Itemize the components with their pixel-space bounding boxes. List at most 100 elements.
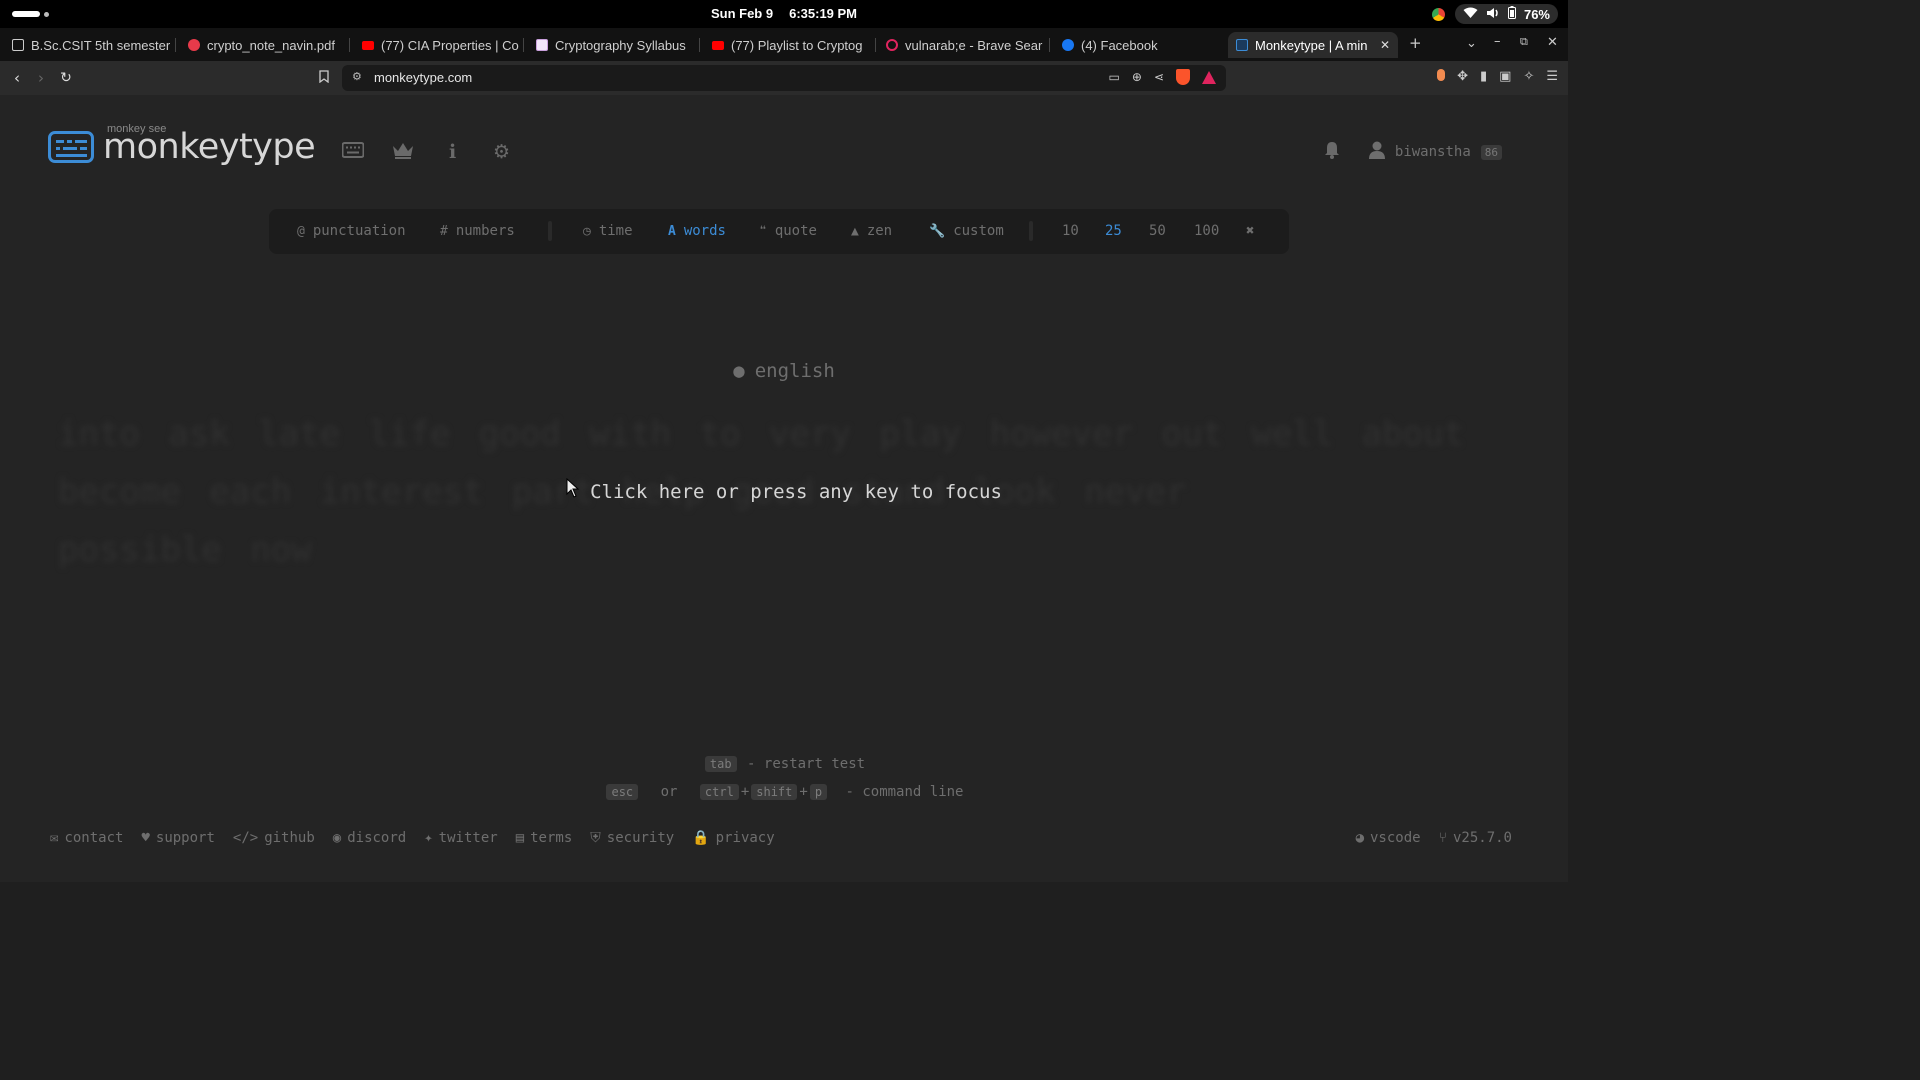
volume-icon [1486,7,1500,22]
punctuation-toggle[interactable]: @ punctuation [297,223,406,239]
footer-terms[interactable]: ▤ terms [516,830,573,846]
extension-icon[interactable] [1437,69,1446,81]
punctuation-label: punctuation [312,223,406,239]
word-count-25[interactable]: 25 [1105,223,1122,239]
browser-tab[interactable]: (77) CIA Properties | Co [354,32,524,58]
browser-tab[interactable]: vulnarab;e - Brave Sear [878,32,1050,58]
code-icon: </> [232,830,259,846]
maximize-icon[interactable]: ⧉ [1520,35,1528,49]
crown-icon[interactable] [391,141,415,164]
zen-label: zen [866,223,893,239]
footer-discord[interactable]: ◉ discord [333,830,406,846]
close-window-icon[interactable]: ✕ [1547,35,1558,50]
word-count-100[interactable]: 100 [1194,223,1219,239]
monkeytype-icon [1236,39,1248,51]
word-count-10[interactable]: 10 [1062,223,1079,239]
brave-rewards-icon[interactable] [1202,70,1216,84]
chrome-tray-icon[interactable] [1431,7,1445,21]
branch-icon: ⑂ [1438,830,1447,846]
status-pill[interactable]: 76% [1454,4,1558,24]
system-clock[interactable]: Sun Feb 9 6:35:19 PM [0,6,1568,21]
twitter-icon: ✦ [424,830,433,846]
words-mode-button[interactable]: Awords [668,223,726,239]
language-label: english [754,360,835,382]
theme-button[interactable]: ◕ vscode [1356,830,1421,846]
word-count-50[interactable]: 50 [1149,223,1166,239]
minimize-icon[interactable]: – [1494,34,1501,49]
pdf-icon [188,39,200,51]
sidebar-icon[interactable]: ▮ [1480,69,1487,84]
settings-gear-icon[interactable]: ⚙ [493,141,510,163]
close-tab-icon[interactable]: ✕ [1380,38,1390,52]
system-tray[interactable]: 76% [1431,4,1558,24]
browser-tab[interactable]: (4) Facebook [1054,32,1226,58]
share-icon[interactable]: ⋖ [1154,70,1164,84]
reload-icon[interactable]: ↻ [55,67,77,89]
hash-icon: # [440,224,448,239]
zen-mode-button[interactable]: ▲ zen [851,223,892,239]
doc-icon [12,39,24,51]
lock-icon: 🔒 [692,830,710,846]
quote-mode-button[interactable]: ❝ quote [759,223,817,239]
puzzle-icon[interactable]: ✥ [1457,69,1468,84]
hint-or: or [660,784,678,800]
restart-hint: tab - restart test [0,756,1568,772]
hint-plus: + [799,784,808,800]
language-selector[interactable]: ● english [0,360,1568,382]
numbers-toggle[interactable]: # numbers [440,223,515,239]
menu-icon[interactable]: ☰ [1546,69,1558,84]
zoom-icon[interactable]: ⊕ [1132,70,1142,84]
notification-bell-icon[interactable] [1324,141,1340,164]
brave-search-icon [886,39,898,51]
clock-time: 6:35:19 PM [789,6,858,21]
footer-support[interactable]: ♥ support [141,830,214,846]
footer-privacy[interactable]: 🔒 privacy [692,830,774,846]
browser-tab[interactable]: crypto_note_navin.pdf [180,32,350,58]
browser-tab[interactable]: Cryptography Syllabus [528,32,700,58]
youtube-icon [362,40,374,50]
custom-label: custom [953,223,1004,239]
envelope-icon: ✉ [50,830,59,846]
config-divider [548,221,552,241]
wallet-icon[interactable]: ▣ [1499,69,1511,84]
cast-icon[interactable]: ▭ [1109,70,1120,84]
forward-icon[interactable]: › [30,67,52,89]
contact-label: contact [64,830,124,846]
document-icon: ▤ [515,830,525,846]
new-tab-icon[interactable]: + [1409,34,1422,52]
footer-contact[interactable]: ✉ contact [50,830,123,846]
globe-icon: ● [733,360,745,382]
custom-mode-button[interactable]: 🔧 custom [929,223,1004,239]
leo-ai-icon[interactable]: ✧ [1523,69,1534,84]
address-bar[interactable]: ⚙ monkeytype.com ▭ ⊕ ⋖ [342,65,1226,91]
browser-tab-active[interactable]: Monkeytype | A min ✕ [1228,32,1398,58]
focus-prompt[interactable]: Click here or press any key to focus [0,477,1568,503]
time-mode-button[interactable]: ◷ time [583,223,633,239]
version-button[interactable]: ⑂ v25.7.0 [1439,830,1512,846]
tab-list-chevron-icon[interactable]: ⌄ [1466,36,1477,51]
footer-security[interactable]: ⛨ security [590,830,674,846]
keyboard-icon[interactable] [341,141,365,163]
back-icon[interactable]: ‹ [6,67,28,89]
version-label: v25.7.0 [1452,830,1512,846]
brave-shields-icon[interactable] [1176,69,1190,85]
custom-count-tools-icon[interactable]: ✖ [1246,223,1254,239]
browser-tab[interactable]: (77) Playlist to Cryptog [704,32,876,58]
discord-label: discord [347,830,407,846]
site-info-icon[interactable]: ⚙ [352,70,362,83]
footer-twitter[interactable]: ✦ twitter [424,830,497,846]
site-logo[interactable]: monkey see monkeytype [48,123,316,167]
user-icon [1368,141,1385,163]
url-text: monkeytype.com [374,70,473,85]
browser-tab[interactable]: B.Sc.CSIT 5th semester [4,32,176,58]
info-icon[interactable]: i [449,141,456,163]
numbers-label: numbers [455,223,515,239]
bookmark-icon[interactable] [313,67,335,89]
browser-tab-strip: B.Sc.CSIT 5th semester crypto_note_navin… [0,28,1568,61]
footer-github[interactable]: </> github [233,830,315,846]
account-button[interactable]: biwanstha 86 [1368,141,1502,163]
tab-title: (77) CIA Properties | Co [381,37,519,53]
username: biwanstha [1394,144,1471,160]
battery-percent: 76% [1523,6,1550,22]
donate-icon: ♥ [141,830,150,846]
